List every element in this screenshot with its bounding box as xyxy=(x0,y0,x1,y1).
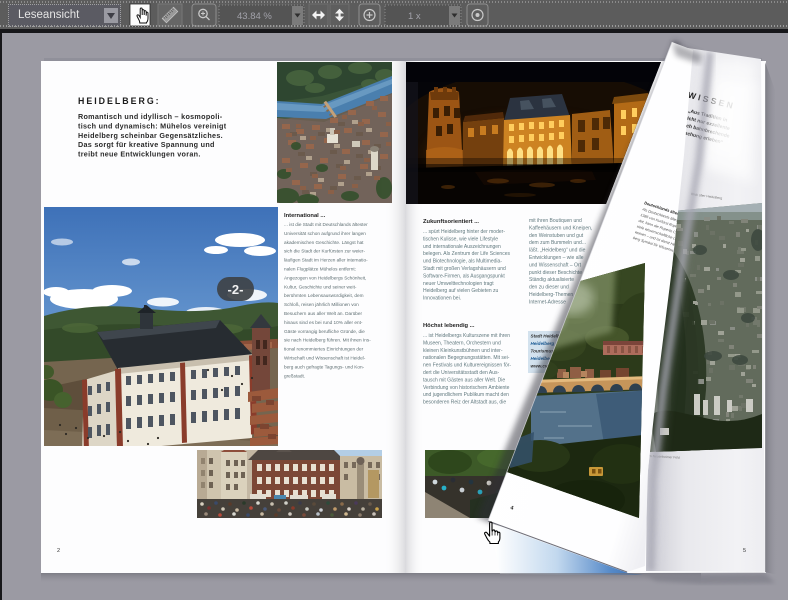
svg-text:treibt neue Entwicklungen vora: treibt neue Entwicklungen voran. xyxy=(78,150,201,159)
svg-text:... ist Heidelbergs Kulturszen: ... ist Heidelbergs Kulturszene mit ihre… xyxy=(423,333,510,339)
svg-text:Heidelberg-Themen: Heidelberg-Themen xyxy=(529,292,573,298)
svg-text:hinaus sind es bei rund 10% al: hinaus sind es bei rund 10% aller ent- xyxy=(284,320,363,325)
svg-text:1 x: 1 x xyxy=(408,11,421,22)
svg-text:berg auch gefragte Tagungs- un: berg auch gefragte Tagungs- und Kon- xyxy=(284,364,365,369)
svg-text:kleinen Kleinkunstbühnen und i: kleinen Kleinkunstbühnen und inter- xyxy=(423,348,503,354)
svg-text:Höchst lebendig ...: Höchst lebendig ... xyxy=(423,323,475,329)
svg-text:greßstadt.: greßstadt. xyxy=(284,373,305,378)
svg-text:akademischen Geschichte. Längs: akademischen Geschichte. Längst hat xyxy=(284,240,364,245)
svg-text:punkt dieser Beschichte: punkt dieser Beschichte xyxy=(529,270,582,276)
svg-text:nationalen Begegnungsstätten.: nationalen Begegnungsstätten. Mit sei- xyxy=(423,355,510,361)
svg-text:HEIDELBERG:: HEIDELBERG: xyxy=(78,96,161,106)
svg-text:tischen Kulisse, wie viele Lif: tischen Kulisse, wie viele Lifestyle xyxy=(423,236,498,242)
svg-text:und Wissenschaft – Ort: und Wissenschaft – Ort xyxy=(529,262,582,268)
svg-text:den Weinstuben und gut: den Weinstuben und gut xyxy=(529,233,584,239)
svg-text:neuer Umwelttechnologien tragt: neuer Umwelttechnologien tragt xyxy=(423,281,494,287)
svg-text:... ist die Stadt mit Deutschl: ... ist die Stadt mit Deutschlands ältes… xyxy=(284,222,368,227)
svg-text:2: 2 xyxy=(57,548,60,554)
svg-text:den zu dieser und: den zu dieser und xyxy=(529,285,569,291)
svg-text:tional renommiertes Einrichtun: tional renommiertes Einrichtungen der xyxy=(284,347,364,352)
svg-text:Romantisch und idyllisch – kos: Romantisch und idyllisch – kosmopoli- xyxy=(78,112,223,121)
svg-text:Verbindung von historischem Am: Verbindung von historischem Ambiente xyxy=(423,385,510,391)
svg-text:läßt. „Heidelberg“ und die: läßt. „Heidelberg“ und die xyxy=(529,248,586,254)
svg-text:Gäste vorrangig berufliche Grü: Gäste vorrangig berufliche Gründe, die xyxy=(284,329,365,334)
svg-text:Angezogen von Heidelbergs Schö: Angezogen von Heidelbergs Schönheit, xyxy=(284,275,366,280)
svg-text:sich die Stadt der Kurfürsten: sich die Stadt der Kurfürsten zur weier- xyxy=(284,249,365,254)
svg-text:-2-: -2- xyxy=(228,282,244,297)
svg-text:Innovationen bei.: Innovationen bei. xyxy=(423,296,461,302)
svg-text:Schloß, reisen jährlich Millio: Schloß, reisen jährlich Millionen von xyxy=(284,302,359,307)
svg-text:dem zum Bummeln und...: dem zum Bummeln und... xyxy=(529,240,586,246)
svg-text:läufigen Stadt im Herzen aller: läufigen Stadt im Herzen aller internati… xyxy=(284,258,368,263)
svg-text:Kaffeehäusern und Kneipen,: Kaffeehäusern und Kneipen, xyxy=(529,225,592,231)
svg-text:nalen Flugplätze Mühelos entfe: nalen Flugplätze Mühelos entfernt: xyxy=(284,267,356,272)
svg-text:Besuchern aus aller Welt an. D: Besuchern aus aller Welt an. Darüber xyxy=(284,311,363,316)
svg-text:Entwicklungen – wie alle: Entwicklungen – wie alle xyxy=(529,255,584,261)
svg-text:Software-Firmen, als Ausgangsp: Software-Firmen, als Ausgangspunkt xyxy=(423,273,505,279)
svg-text:Heidelberg auf vielen Gebieten: Heidelberg auf vielen Gebieten zu xyxy=(423,288,499,294)
svg-text:Heidelberg scheinbar Gegensätz: Heidelberg scheinbar Gegensätzliches. xyxy=(78,131,223,140)
svg-text:und jugendlichem Publikum mach: und jugendlichem Publikum macht den xyxy=(423,392,509,398)
svg-text:besonderen Reiz der Altstadt a: besonderen Reiz der Altstadt aus, die xyxy=(423,400,506,406)
svg-text:Zukunftsorientiert ...: Zukunftsorientiert ... xyxy=(423,219,479,225)
svg-text:sie nach Heidelberg führen. Mi: sie nach Heidelberg führen. Mit ihnen In… xyxy=(284,338,371,343)
svg-text:belegen. Als Zentrum der Life: belegen. Als Zentrum der Life Sciences xyxy=(423,251,510,257)
svg-text:nen Festivals und Kulturereign: nen Festivals und Kulturereignissen för- xyxy=(423,363,511,369)
svg-text:und Biotechnologie, als Multim: und Biotechnologie, als Multimedia- xyxy=(423,259,502,265)
svg-text:tausch mit Gästen aus aller We: tausch mit Gästen aus aller Welt. Die xyxy=(423,377,505,383)
svg-text:Internet-Adresse: Internet-Adresse xyxy=(529,299,566,305)
svg-text:berühmten Lebensauswürdigkeit,: berühmten Lebensauswürdigkeit, dem xyxy=(284,293,364,298)
svg-text:5: 5 xyxy=(743,548,746,554)
svg-text:Universität schon aufgrund ihr: Universität schon aufgrund ihrer langen xyxy=(284,231,366,236)
svg-text:Museen, Theatern, Orchestern u: Museen, Theatern, Orchestern und xyxy=(423,340,501,346)
svg-text:43.84 %: 43.84 % xyxy=(237,11,272,22)
svg-text:mit ihren Boutiquen und: mit ihren Boutiquen und xyxy=(529,218,582,224)
svg-text:International ...: International ... xyxy=(284,213,326,219)
svg-text:Ständig aktualisierte: Ständig aktualisierte xyxy=(529,277,574,283)
svg-text:tisch und dynamisch: Mühelos v: tisch und dynamisch: Mühelos vereinigt xyxy=(78,121,227,130)
svg-text:Das sorgt für kreative Spannun: Das sorgt für kreative Spannung und xyxy=(78,140,215,149)
svg-text:Stadt mit großen Verlagshäuser: Stadt mit großen Verlagshäusern und xyxy=(423,266,506,272)
svg-text:Wirtschaft und Wissenschaft is: Wirtschaft und Wissenschaft ist Heidel- xyxy=(284,356,366,361)
svg-text:... spürt Heidelberg hinter de: ... spürt Heidelberg hinter der moder- xyxy=(423,229,505,235)
svg-text:Kultur, Geschichte und seiner: Kultur, Geschichte und seiner weit- xyxy=(284,284,357,289)
svg-text:dert die Universitätsstadt den: dert die Universitätsstadt den Aus- xyxy=(423,370,499,376)
svg-text:und internationale Auszeichnun: und internationale Auszeichnungen xyxy=(423,244,501,250)
